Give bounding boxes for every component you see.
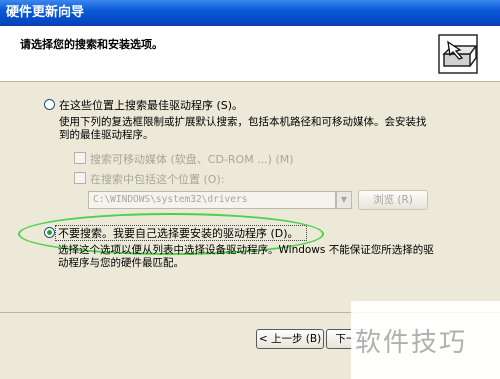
browse-button[interactable]: 浏览 (R) <box>358 190 428 210</box>
hardware-install-icon <box>438 34 478 74</box>
search-path-input[interactable]: C:\WINDOWS\system32\drivers <box>88 191 336 209</box>
removable-media-label: 搜索可移动媒体 (软盘、CD-ROM ...) (M) <box>90 153 294 166</box>
path-dropdown-button[interactable]: ▼ <box>336 191 352 209</box>
wizard-header: 请选择您的搜索和安装选项。 <box>0 26 500 82</box>
search-option-label[interactable]: 在这些位置上搜索最佳驱动程序 (S)。 <box>59 97 243 113</box>
include-location-label: 在搜索中包括这个位置 (O): <box>90 173 225 186</box>
search-description-line: 使用下列的复选框限制或扩展默认搜索，包括本机路径和可移动媒体。会安装找 <box>59 116 427 128</box>
header-text: 请选择您的搜索和安装选项。 <box>20 38 163 51</box>
removable-media-checkbox[interactable] <box>74 152 86 164</box>
manual-option-description: 选择这个选项以便从列表中选择设备驱动程序。Windows 不能保证您所选择的驱 … <box>58 244 434 270</box>
search-option-description: 使用下列的复选框限制或扩展默认搜索，包括本机路径和可移动媒体。会安装找 到的最佳… <box>59 116 427 142</box>
window-title: 硬件更新向导 <box>6 5 85 20</box>
manual-description-line: 动程序与您的硬件最匹配。 <box>58 257 184 269</box>
chevron-down-icon: ▼ <box>340 195 348 204</box>
hardware-update-wizard: 硬件更新向导 请选择您的搜索和安装选项。 在这些位置上搜索最佳驱动程序 (S)。… <box>0 0 500 379</box>
manual-description-line: 选择这个选项以便从列表中选择设备驱动程序。Windows 不能保证您所选择的驱 <box>58 244 434 256</box>
back-button[interactable]: < 上一步 (B) <box>256 329 324 349</box>
title-bar: 硬件更新向导 <box>0 0 500 26</box>
watermark-text: 软件技巧 <box>355 328 468 358</box>
search-option-radio[interactable] <box>44 99 55 110</box>
search-description-line: 到的最佳驱动程序。 <box>59 129 154 141</box>
include-location-checkbox[interactable] <box>74 172 86 184</box>
